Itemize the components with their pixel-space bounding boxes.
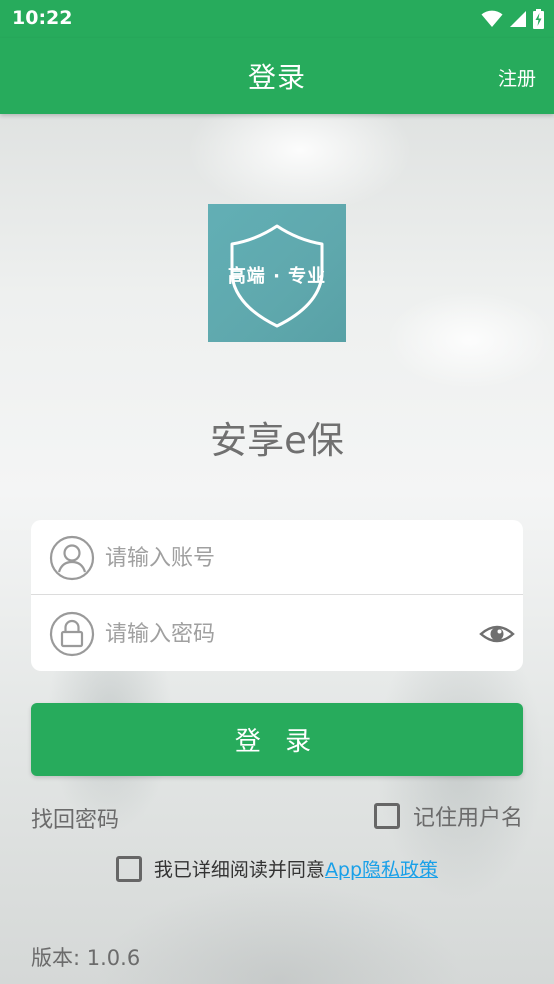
logo-text: 高端 · 专业	[227, 266, 327, 287]
version-label: 版本: 1.0.6	[31, 946, 141, 970]
forgot-password-link[interactable]: 找回密码	[31, 802, 119, 834]
battery-charging-icon	[533, 9, 544, 29]
password-input[interactable]	[105, 614, 435, 654]
signal-icon	[510, 11, 526, 27]
remember-username: 记住用户名	[373, 800, 523, 832]
user-avatar-icon	[49, 535, 95, 581]
wifi-icon	[481, 10, 503, 27]
login-button[interactable]: 登 录	[31, 703, 523, 776]
app-bar: 登录 注册	[0, 38, 554, 114]
page-title: 登录	[247, 61, 306, 94]
lock-icon	[49, 611, 95, 657]
account-input[interactable]	[105, 538, 435, 578]
privacy-policy-link[interactable]: App隐私政策	[325, 859, 438, 881]
status-bar: 10:22	[0, 0, 554, 38]
app-logo: 高端 · 专业	[208, 204, 346, 342]
status-icons	[481, 9, 544, 29]
agreement-prefix: 我已详细阅读并同意	[153, 859, 325, 881]
agreement-row: 我已详细阅读并同意App隐私政策	[0, 855, 554, 882]
agreement-checkbox[interactable]	[115, 855, 142, 882]
background-image	[0, 0, 554, 984]
agreement-text: 我已详细阅读并同意App隐私政策	[154, 855, 438, 882]
login-form	[31, 520, 523, 671]
remember-username-label: 记住用户名	[412, 806, 523, 831]
register-button[interactable]: 注册	[498, 64, 536, 91]
password-row	[31, 596, 523, 671]
eye-icon[interactable]	[479, 616, 515, 652]
remember-username-checkbox[interactable]	[373, 803, 400, 829]
status-time: 10:22	[12, 7, 73, 29]
app-name: 安享e保	[210, 419, 344, 462]
account-row	[31, 520, 523, 595]
